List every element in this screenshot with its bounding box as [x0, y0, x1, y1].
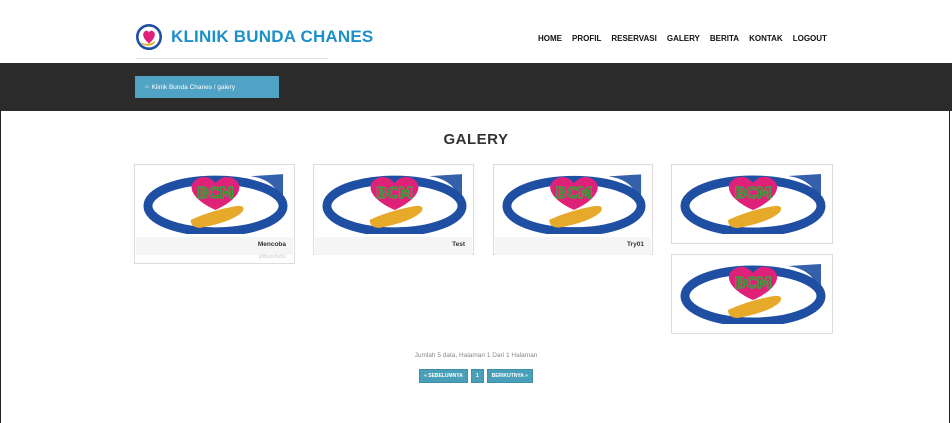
- nav-item-home[interactable]: HOME: [538, 34, 562, 43]
- nav-item-galery[interactable]: GALERY: [667, 34, 700, 43]
- gallery-subcaption: jdlhupuhuhu: [258, 254, 286, 260]
- pagination-summary: Jumlah 5 data, Halaman 1 Dari 1 Halaman: [414, 352, 538, 359]
- bcm-logo-image: BCM: [143, 174, 288, 234]
- breadcrumb[interactable]: ⌂ Klinik Bunda Chanes / galery: [135, 76, 279, 98]
- main-nav: HOME PROFIL RESERVASI GALERY BERITA KONT…: [538, 34, 837, 43]
- gallery-card[interactable]: BCM Test: [313, 164, 474, 255]
- gallery-caption: Mencoba: [257, 241, 286, 248]
- nav-item-reservasi[interactable]: RESERVASI: [611, 34, 657, 43]
- bcm-logo-image: BCM: [502, 174, 646, 234]
- site-header: KLINIK BUNDA CHANES HOME PROFIL RESERVAS…: [0, 0, 952, 63]
- bcm-logo-image: BCM: [680, 174, 826, 234]
- gallery-card[interactable]: BCM: [671, 164, 833, 244]
- nav-item-berita[interactable]: BERITA: [710, 34, 739, 43]
- svg-text:BCM: BCM: [734, 184, 771, 202]
- next-page-button[interactable]: BERIKUTNYA »: [486, 369, 533, 383]
- page-1-button[interactable]: 1: [470, 369, 484, 383]
- gallery-card[interactable]: BCM: [671, 254, 833, 334]
- bcm-logo-image: BCM: [322, 174, 467, 234]
- brand-divider: [136, 58, 328, 59]
- nav-item-logout[interactable]: LOGOUT: [793, 34, 827, 43]
- nav-item-kontak[interactable]: KONTAK: [749, 34, 783, 43]
- nav-item-profil[interactable]: PROFIL: [572, 34, 601, 43]
- brand-name: KLINIK BUNDA CHANES: [171, 27, 374, 46]
- breadcrumb-text: Klinik Bunda Chanes / galery: [151, 83, 236, 91]
- prev-page-button[interactable]: « SEBELUMNYA: [419, 369, 468, 383]
- home-icon: ⌂: [145, 84, 149, 90]
- clinic-logo-icon: [136, 24, 162, 50]
- pagination: « SEBELUMNYA 1 BERIKUTNYA »: [0, 369, 952, 383]
- gallery-caption: Try01: [627, 241, 644, 248]
- page-title: GALERY: [443, 131, 509, 148]
- brand[interactable]: KLINIK BUNDA CHANES: [136, 24, 373, 50]
- svg-text:BCM: BCM: [376, 184, 413, 202]
- gallery-caption: Test: [452, 241, 465, 248]
- svg-text:BCM: BCM: [556, 185, 593, 202]
- gallery-card[interactable]: BCM Try01: [493, 164, 653, 255]
- svg-text:BCM: BCM: [197, 184, 234, 202]
- svg-text:BCM: BCM: [734, 274, 771, 292]
- caption-bar: [315, 237, 472, 255]
- bcm-logo-image: BCM: [680, 264, 826, 324]
- gallery-card[interactable]: BCM Mencoba jdlhupuhuhu: [134, 164, 295, 264]
